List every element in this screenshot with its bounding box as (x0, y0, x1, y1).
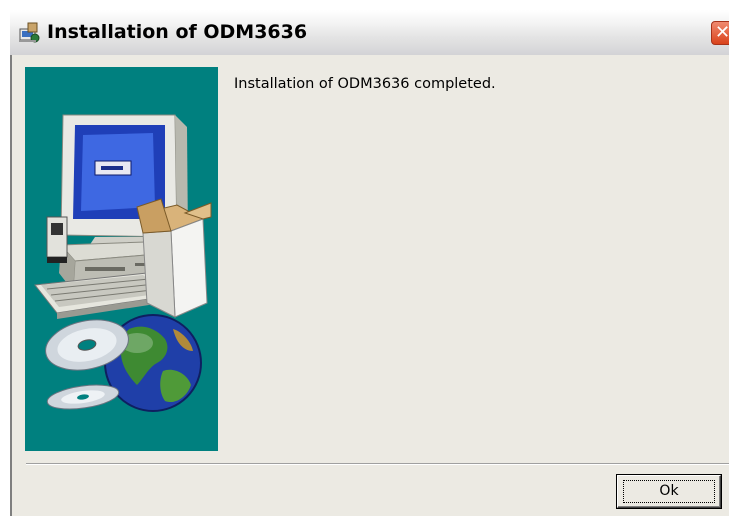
ok-button[interactable]: Ok (617, 475, 721, 508)
computer-box-globe-cd-illustration (34, 114, 212, 412)
title-bar[interactable]: Installation of ODM3636 ✕ (10, 10, 729, 55)
installer-illustration (25, 67, 218, 451)
installation-dialog: Installation of ODM3636 ✕ Installation o… (10, 10, 729, 516)
button-area-divider (26, 463, 729, 465)
window-left-border (10, 55, 12, 516)
close-icon: ✕ (715, 22, 729, 43)
installer-icon (19, 22, 40, 43)
window-title: Installation of ODM3636 (47, 21, 308, 43)
software-box-icon (136, 198, 212, 318)
completion-message: Installation of ODM3636 completed. (234, 76, 496, 92)
close-button[interactable]: ✕ (711, 21, 729, 45)
speaker-icon (46, 216, 68, 263)
ok-button-label: Ok (659, 483, 679, 499)
